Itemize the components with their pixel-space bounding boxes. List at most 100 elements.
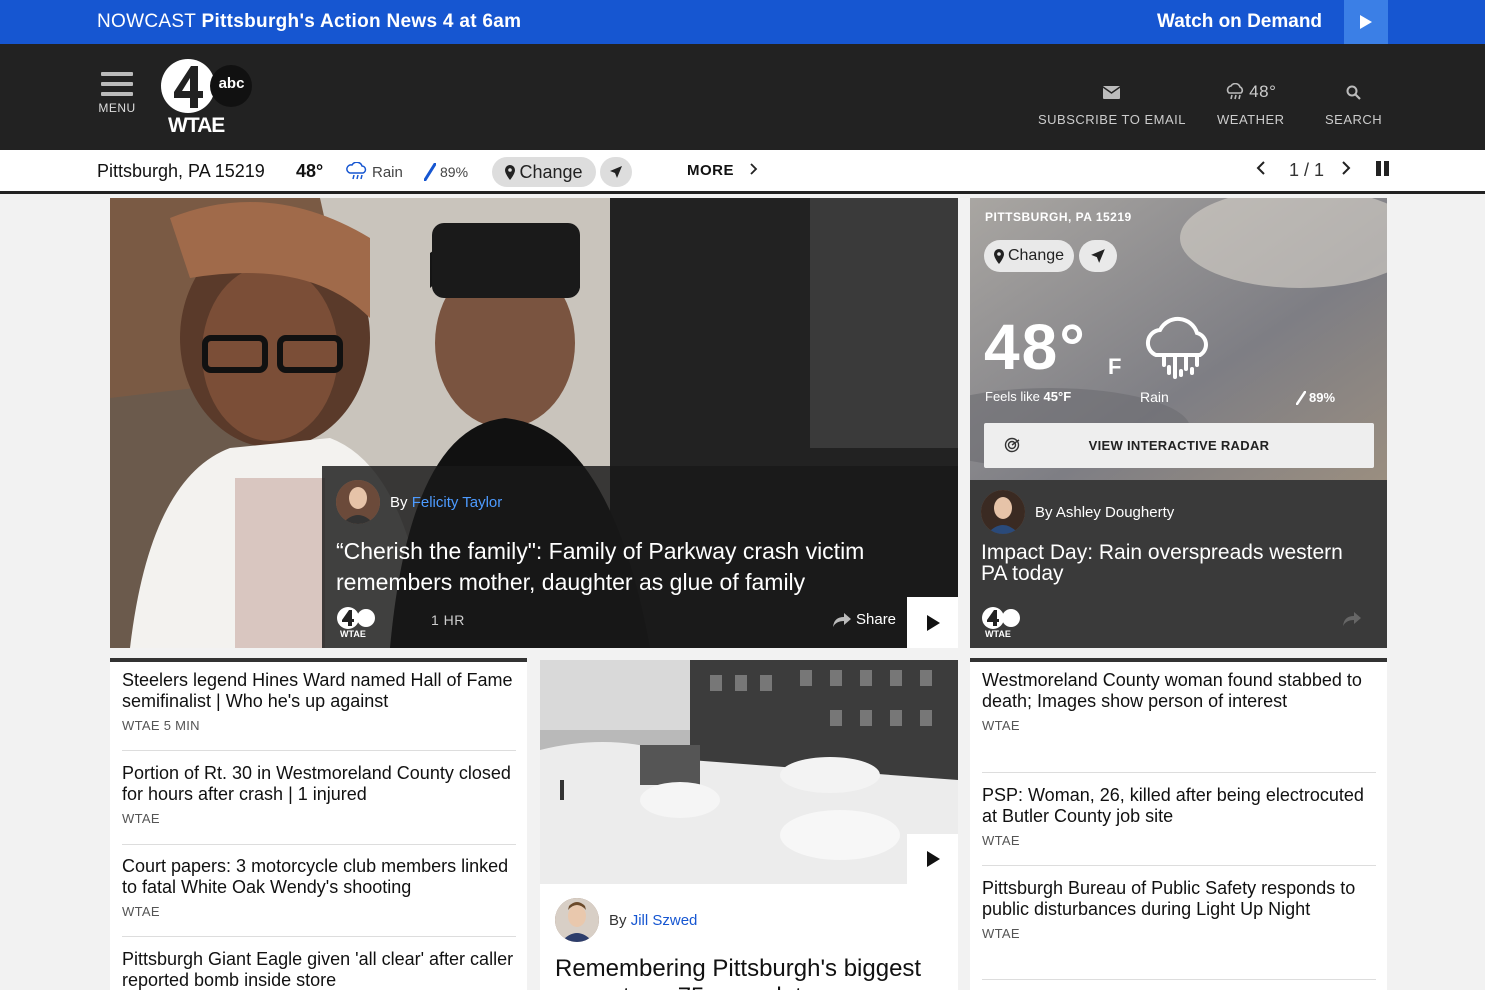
location-arrow-icon [1091, 249, 1105, 263]
author-avatar [336, 480, 380, 524]
promo-bar[interactable]: NOWCAST Pittsburgh's Action News 4 at 6a… [0, 0, 1485, 44]
prev-alert-button[interactable] [1255, 160, 1267, 181]
featured-headline[interactable]: Remembering Pittsburgh's biggest snowsto… [555, 955, 955, 990]
location-condition: Rain [346, 162, 403, 182]
location-city: Pittsburgh, PA 15219 [97, 161, 265, 181]
site-header: MENU abc WTAE SUBSCRIBE TO EMAIL 48° WEA… [0, 44, 1485, 150]
chevron-left-icon [1256, 161, 1265, 175]
menu-label: MENU [98, 101, 136, 115]
alert-pager: 1 / 1 [1289, 160, 1325, 180]
play-icon [926, 851, 940, 867]
play-icon [1360, 15, 1372, 29]
divider [122, 750, 516, 751]
list-item[interactable]: Pittsburgh Giant Eagle given 'all clear'… [122, 949, 516, 990]
story-title[interactable]: PSP: Woman, 26, killed after being elect… [982, 785, 1376, 827]
story-title[interactable]: Steelers legend Hines Ward named Hall of… [122, 670, 516, 712]
map-pin-icon [993, 248, 1004, 264]
change-location-button[interactable]: Change [492, 157, 596, 187]
weather-locate-me-button[interactable] [1079, 240, 1117, 272]
menu-button[interactable]: MENU [97, 72, 137, 115]
humidity-icon [424, 163, 436, 181]
weather-feels-like: Feels like 45°F [985, 389, 1072, 404]
hero-story[interactable]: By Felicity Taylor “Cherish the family":… [110, 198, 958, 648]
weather-story-card[interactable]: By Ashley Dougherty Impact Day: Rain ove… [970, 480, 1387, 648]
search-button[interactable]: SEARCH [1325, 82, 1382, 127]
share-icon [833, 612, 851, 627]
radar-icon [1004, 437, 1020, 453]
story-source: WTAE 5 MIN [122, 718, 200, 733]
author-avatar [981, 490, 1025, 534]
rain-cloud-icon [1145, 316, 1208, 379]
pause-button[interactable] [1376, 160, 1390, 181]
search-label: SEARCH [1325, 112, 1383, 127]
story-title[interactable]: Portion of Rt. 30 in Westmoreland County… [122, 763, 516, 805]
story-source: WTAE [982, 926, 1020, 941]
list-item[interactable]: Pittsburgh Bureau of Public Safety respo… [982, 878, 1376, 941]
location-arrow-icon [610, 166, 622, 178]
next-alert-button[interactable] [1340, 160, 1352, 181]
hero-share-button[interactable]: Share [832, 611, 896, 628]
promo-text[interactable]: NOWCAST Pittsburgh's Action News 4 at 6a… [97, 11, 521, 33]
featured-play-button[interactable] [907, 834, 958, 884]
rain-cloud-icon [346, 162, 367, 180]
play-icon [926, 614, 940, 631]
location-condition-label: Rain [372, 163, 403, 181]
wtae-mini-logo-icon: WTAE [336, 606, 376, 643]
humidity-icon [1296, 390, 1306, 405]
list-item[interactable]: Steelers legend Hines Ward named Hall of… [122, 670, 516, 733]
list-item[interactable]: Court papers: 3 motorcycle club members … [122, 856, 516, 919]
weather-unit: F [1108, 354, 1122, 379]
chevron-right-icon [1342, 161, 1351, 175]
hero-play-button[interactable] [907, 597, 958, 648]
promo-title: Pittsburgh's Action News 4 at 6am [201, 11, 522, 32]
hero-time: 1 HR [431, 612, 465, 628]
story-title[interactable]: Court papers: 3 motorcycle club members … [122, 856, 516, 898]
abc-badge: abc [218, 75, 245, 92]
divider [982, 772, 1376, 773]
hero-headline[interactable]: “Cherish the family": Family of Parkway … [336, 536, 946, 598]
svg-text:WTAE: WTAE [340, 629, 366, 638]
weather-headline[interactable]: Impact Day: Rain overspreads western PA … [981, 542, 1371, 584]
list-item[interactable]: Portion of Rt. 30 in Westmoreland County… [122, 763, 516, 826]
author-link[interactable]: Felicity Taylor [412, 494, 503, 511]
left-story-list: Steelers legend Hines Ward named Hall of… [110, 658, 527, 990]
story-source: WTAE [982, 833, 1020, 848]
snowstorm-image [540, 660, 958, 884]
weather-button[interactable]: 48° WEATHER [1217, 82, 1285, 127]
divider [122, 936, 516, 937]
subscribe-email-button[interactable]: SUBSCRIBE TO EMAIL [1038, 82, 1186, 127]
story-title[interactable]: Westmoreland County woman found stabbed … [982, 670, 1376, 712]
station-logo[interactable]: abc WTAE [160, 58, 252, 138]
author-avatar [555, 898, 599, 942]
promo-play-button[interactable] [1344, 0, 1388, 44]
map-pin-icon [505, 164, 516, 180]
location-humidity: 89% [424, 163, 468, 181]
location-bar: Pittsburgh, PA 15219 48° Rain 89% Change… [0, 150, 1485, 194]
more-button[interactable]: MORE [687, 162, 759, 179]
weather-widget: PITTSBURGH, PA 15219 Change 48° F Feels … [970, 198, 1387, 648]
featured-byline: By Jill Szwed [555, 898, 697, 942]
share-icon [1343, 612, 1361, 626]
more-label: MORE [687, 162, 734, 179]
watch-on-demand-link[interactable]: Watch on Demand [1157, 11, 1322, 33]
story-title[interactable]: Pittsburgh Giant Eagle given 'all clear'… [122, 949, 516, 990]
locate-me-button[interactable] [600, 157, 632, 187]
right-story-list: Westmoreland County woman found stabbed … [970, 658, 1387, 990]
list-item[interactable]: PSP: Woman, 26, killed after being elect… [982, 785, 1376, 848]
rain-cloud-icon [1226, 83, 1244, 100]
featured-story-card[interactable]: By Jill Szwed Remembering Pittsburgh's b… [540, 660, 958, 990]
divider [982, 865, 1376, 866]
location-humidity-value: 89% [440, 164, 469, 180]
story-source: WTAE [982, 718, 1020, 733]
divider [982, 979, 1376, 980]
list-item[interactable]: Westmoreland County woman found stabbed … [982, 670, 1376, 733]
wtae-mini-logo-icon: WTAE [981, 606, 1021, 643]
author-link[interactable]: Jill Szwed [631, 912, 698, 929]
weather-humidity: 89% [1296, 390, 1335, 405]
search-icon [1325, 82, 1382, 102]
weather-change-location-button[interactable]: Change [984, 240, 1074, 272]
story-title[interactable]: Pittsburgh Bureau of Public Safety respo… [982, 878, 1376, 920]
logo-text: WTAE [168, 114, 225, 137]
weather-share-button[interactable] [1342, 611, 1362, 632]
view-radar-button[interactable]: VIEW INTERACTIVE RADAR [984, 423, 1374, 468]
